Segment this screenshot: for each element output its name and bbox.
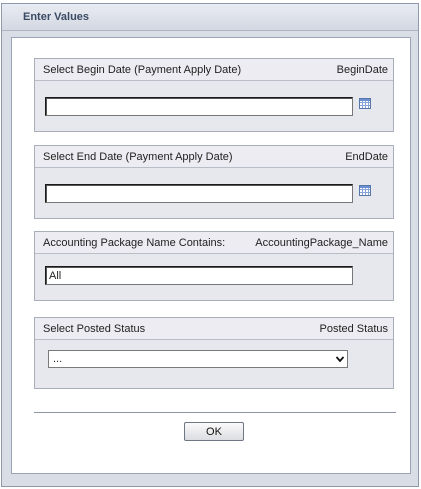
begin-date-group: Select Begin Date (Payment Apply Date) B… — [34, 58, 394, 132]
end-date-param-name: EndDate — [345, 151, 388, 163]
dialog-content: Select Begin Date (Payment Apply Date) B… — [11, 37, 411, 474]
begin-date-header: Select Begin Date (Payment Apply Date) B… — [35, 59, 393, 81]
posted-status-label: Select Posted Status — [43, 323, 146, 335]
dialog-title: Enter Values — [2, 4, 418, 31]
calendar-icon[interactable] — [359, 185, 371, 196]
begin-date-param-name: BeginDate — [336, 64, 388, 76]
end-date-label: Select End Date (Payment Apply Date) — [43, 151, 233, 163]
posted-status-header: Select Posted Status Posted Status — [35, 318, 393, 340]
posted-status-param-name: Posted Status — [319, 323, 389, 335]
calendar-icon[interactable] — [359, 98, 371, 109]
end-date-group: Select End Date (Payment Apply Date) End… — [34, 145, 394, 219]
chevron-down-icon[interactable] — [336, 355, 344, 363]
posted-status-selected: ... — [53, 353, 63, 365]
posted-status-group: Select Posted Status Posted Status ... — [34, 317, 394, 389]
accounting-package-group: Accounting Package Name Contains: Accoun… — [34, 231, 394, 301]
begin-date-input[interactable] — [45, 97, 353, 116]
footer-divider — [34, 412, 396, 413]
end-date-header: Select End Date (Payment Apply Date) End… — [35, 146, 393, 168]
enter-values-dialog: Enter Values Select Begin Date (Payment … — [1, 3, 419, 487]
accounting-package-header: Accounting Package Name Contains: Accoun… — [35, 232, 393, 254]
accounting-package-param-name: AccountingPackage_Name — [255, 237, 388, 249]
end-date-input[interactable] — [45, 184, 353, 203]
ok-button[interactable]: OK — [184, 422, 244, 441]
accounting-package-label: Accounting Package Name Contains: — [43, 237, 226, 249]
begin-date-label: Select Begin Date (Payment Apply Date) — [43, 64, 242, 76]
posted-status-select[interactable]: ... — [48, 350, 348, 368]
accounting-package-input[interactable] — [45, 266, 353, 285]
